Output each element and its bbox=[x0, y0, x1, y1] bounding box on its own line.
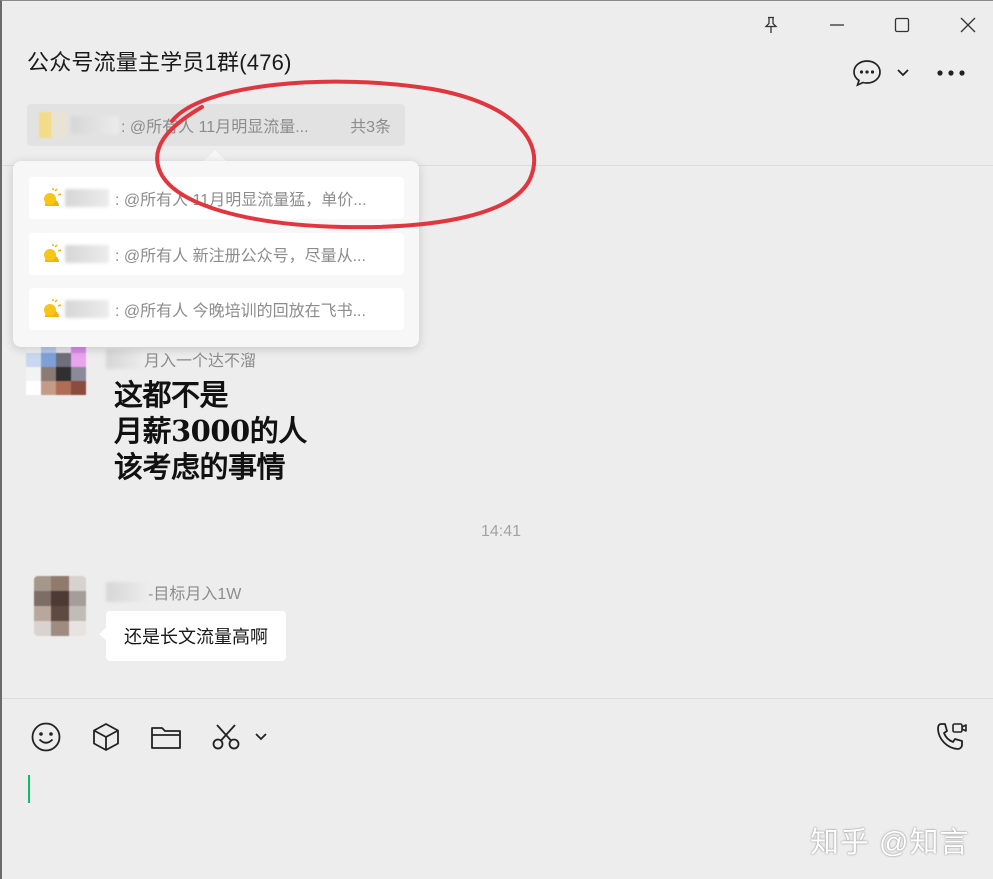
pin-window-button[interactable] bbox=[748, 9, 794, 41]
sun-icon bbox=[41, 299, 63, 319]
chevron-down-icon bbox=[255, 733, 267, 741]
pinned-messages-popup: : @所有人 11月明显流量猛，单价... : @所有人 新注册公众号，尽量从.… bbox=[13, 161, 419, 347]
sticker-button[interactable] bbox=[86, 717, 126, 757]
screenshot-button[interactable] bbox=[206, 717, 246, 757]
voice-video-call-icon bbox=[937, 723, 967, 750]
sender-name-redacted bbox=[71, 116, 119, 134]
sender-name-redacted bbox=[65, 189, 109, 207]
image-message[interactable]: 这都不是 月薪3000的人 该考虑的事情 bbox=[114, 377, 307, 485]
sender-avatar bbox=[39, 112, 67, 138]
avatar[interactable] bbox=[34, 576, 86, 636]
pinned-count: 共3条 bbox=[350, 119, 391, 136]
more-button[interactable] bbox=[932, 61, 970, 85]
chat-options-dropdown[interactable] bbox=[893, 63, 913, 83]
folder-icon bbox=[151, 727, 181, 749]
pin-icon bbox=[764, 16, 778, 33]
timestamp: 14:41 bbox=[480, 523, 522, 540]
sender-name-suffix: 月入一个达不溜 bbox=[144, 353, 257, 370]
chat-bubble-icon bbox=[853, 60, 881, 87]
sender-name-redacted bbox=[65, 245, 109, 263]
image-text-line: 月薪3000的人 bbox=[114, 414, 307, 448]
pinned-message-item[interactable]: : @所有人 今晚培训的回放在飞书... bbox=[29, 288, 404, 330]
minimize-icon bbox=[830, 24, 844, 26]
screenshot-options-dropdown[interactable] bbox=[248, 717, 274, 757]
pinned-message-text: : @所有人 新注册公众号，尽量从... bbox=[115, 248, 366, 265]
call-button[interactable] bbox=[930, 717, 970, 757]
file-button[interactable] bbox=[146, 717, 186, 757]
scissors-icon bbox=[212, 724, 240, 750]
message-sender: 月入一个达不溜 bbox=[106, 347, 256, 371]
close-icon bbox=[960, 17, 976, 33]
chevron-down-icon bbox=[897, 69, 909, 77]
sender-name-redacted bbox=[65, 300, 109, 318]
avatar[interactable] bbox=[26, 339, 86, 395]
pinned-messages-bar[interactable]: : @所有人 11月明显流量... 共3条 bbox=[27, 104, 405, 146]
sun-icon bbox=[41, 188, 63, 208]
image-text-line: 这都不是 bbox=[114, 378, 229, 412]
chat-title: 公众号流量主学员1群(476) bbox=[27, 50, 292, 75]
pinned-message-item[interactable]: : @所有人 新注册公众号，尽量从... bbox=[29, 233, 404, 275]
pinned-message-text: : @所有人 11月明显流量猛，单价... bbox=[115, 192, 367, 209]
sticker-box-icon bbox=[93, 723, 119, 751]
sender-name-redacted bbox=[106, 349, 144, 369]
pinned-message-item[interactable]: : @所有人 11月明显流量猛，单价... bbox=[29, 177, 404, 219]
text-input-cursor[interactable] bbox=[28, 775, 30, 803]
chat-info-button[interactable] bbox=[850, 57, 884, 89]
pinned-preview-text: : @所有人 11月明显流量... bbox=[121, 119, 309, 136]
image-text-line: 该考虑的事情 bbox=[114, 450, 286, 484]
maximize-icon bbox=[894, 17, 910, 33]
pinned-message-text: : @所有人 今晚培训的回放在飞书... bbox=[115, 303, 366, 320]
chat-window: 公众号流量主学员1群(476) : @所有人 11月明显流量... 共3条 月入… bbox=[0, 0, 993, 879]
message-bubble[interactable]: 还是长文流量高啊 bbox=[106, 611, 286, 661]
maximize-button[interactable] bbox=[879, 9, 925, 41]
more-icon bbox=[937, 70, 965, 76]
sender-name-suffix: -目标月入1W bbox=[148, 586, 242, 603]
sender-name-redacted bbox=[106, 582, 148, 602]
input-divider bbox=[2, 698, 993, 699]
sun-icon bbox=[41, 244, 63, 264]
message-sender: -目标月入1W bbox=[106, 580, 241, 604]
emoji-button[interactable] bbox=[26, 717, 66, 757]
minimize-button[interactable] bbox=[814, 9, 860, 41]
close-button[interactable] bbox=[945, 9, 991, 41]
watermark: 知乎 @知言 bbox=[810, 827, 970, 859]
emoji-icon bbox=[31, 722, 61, 752]
